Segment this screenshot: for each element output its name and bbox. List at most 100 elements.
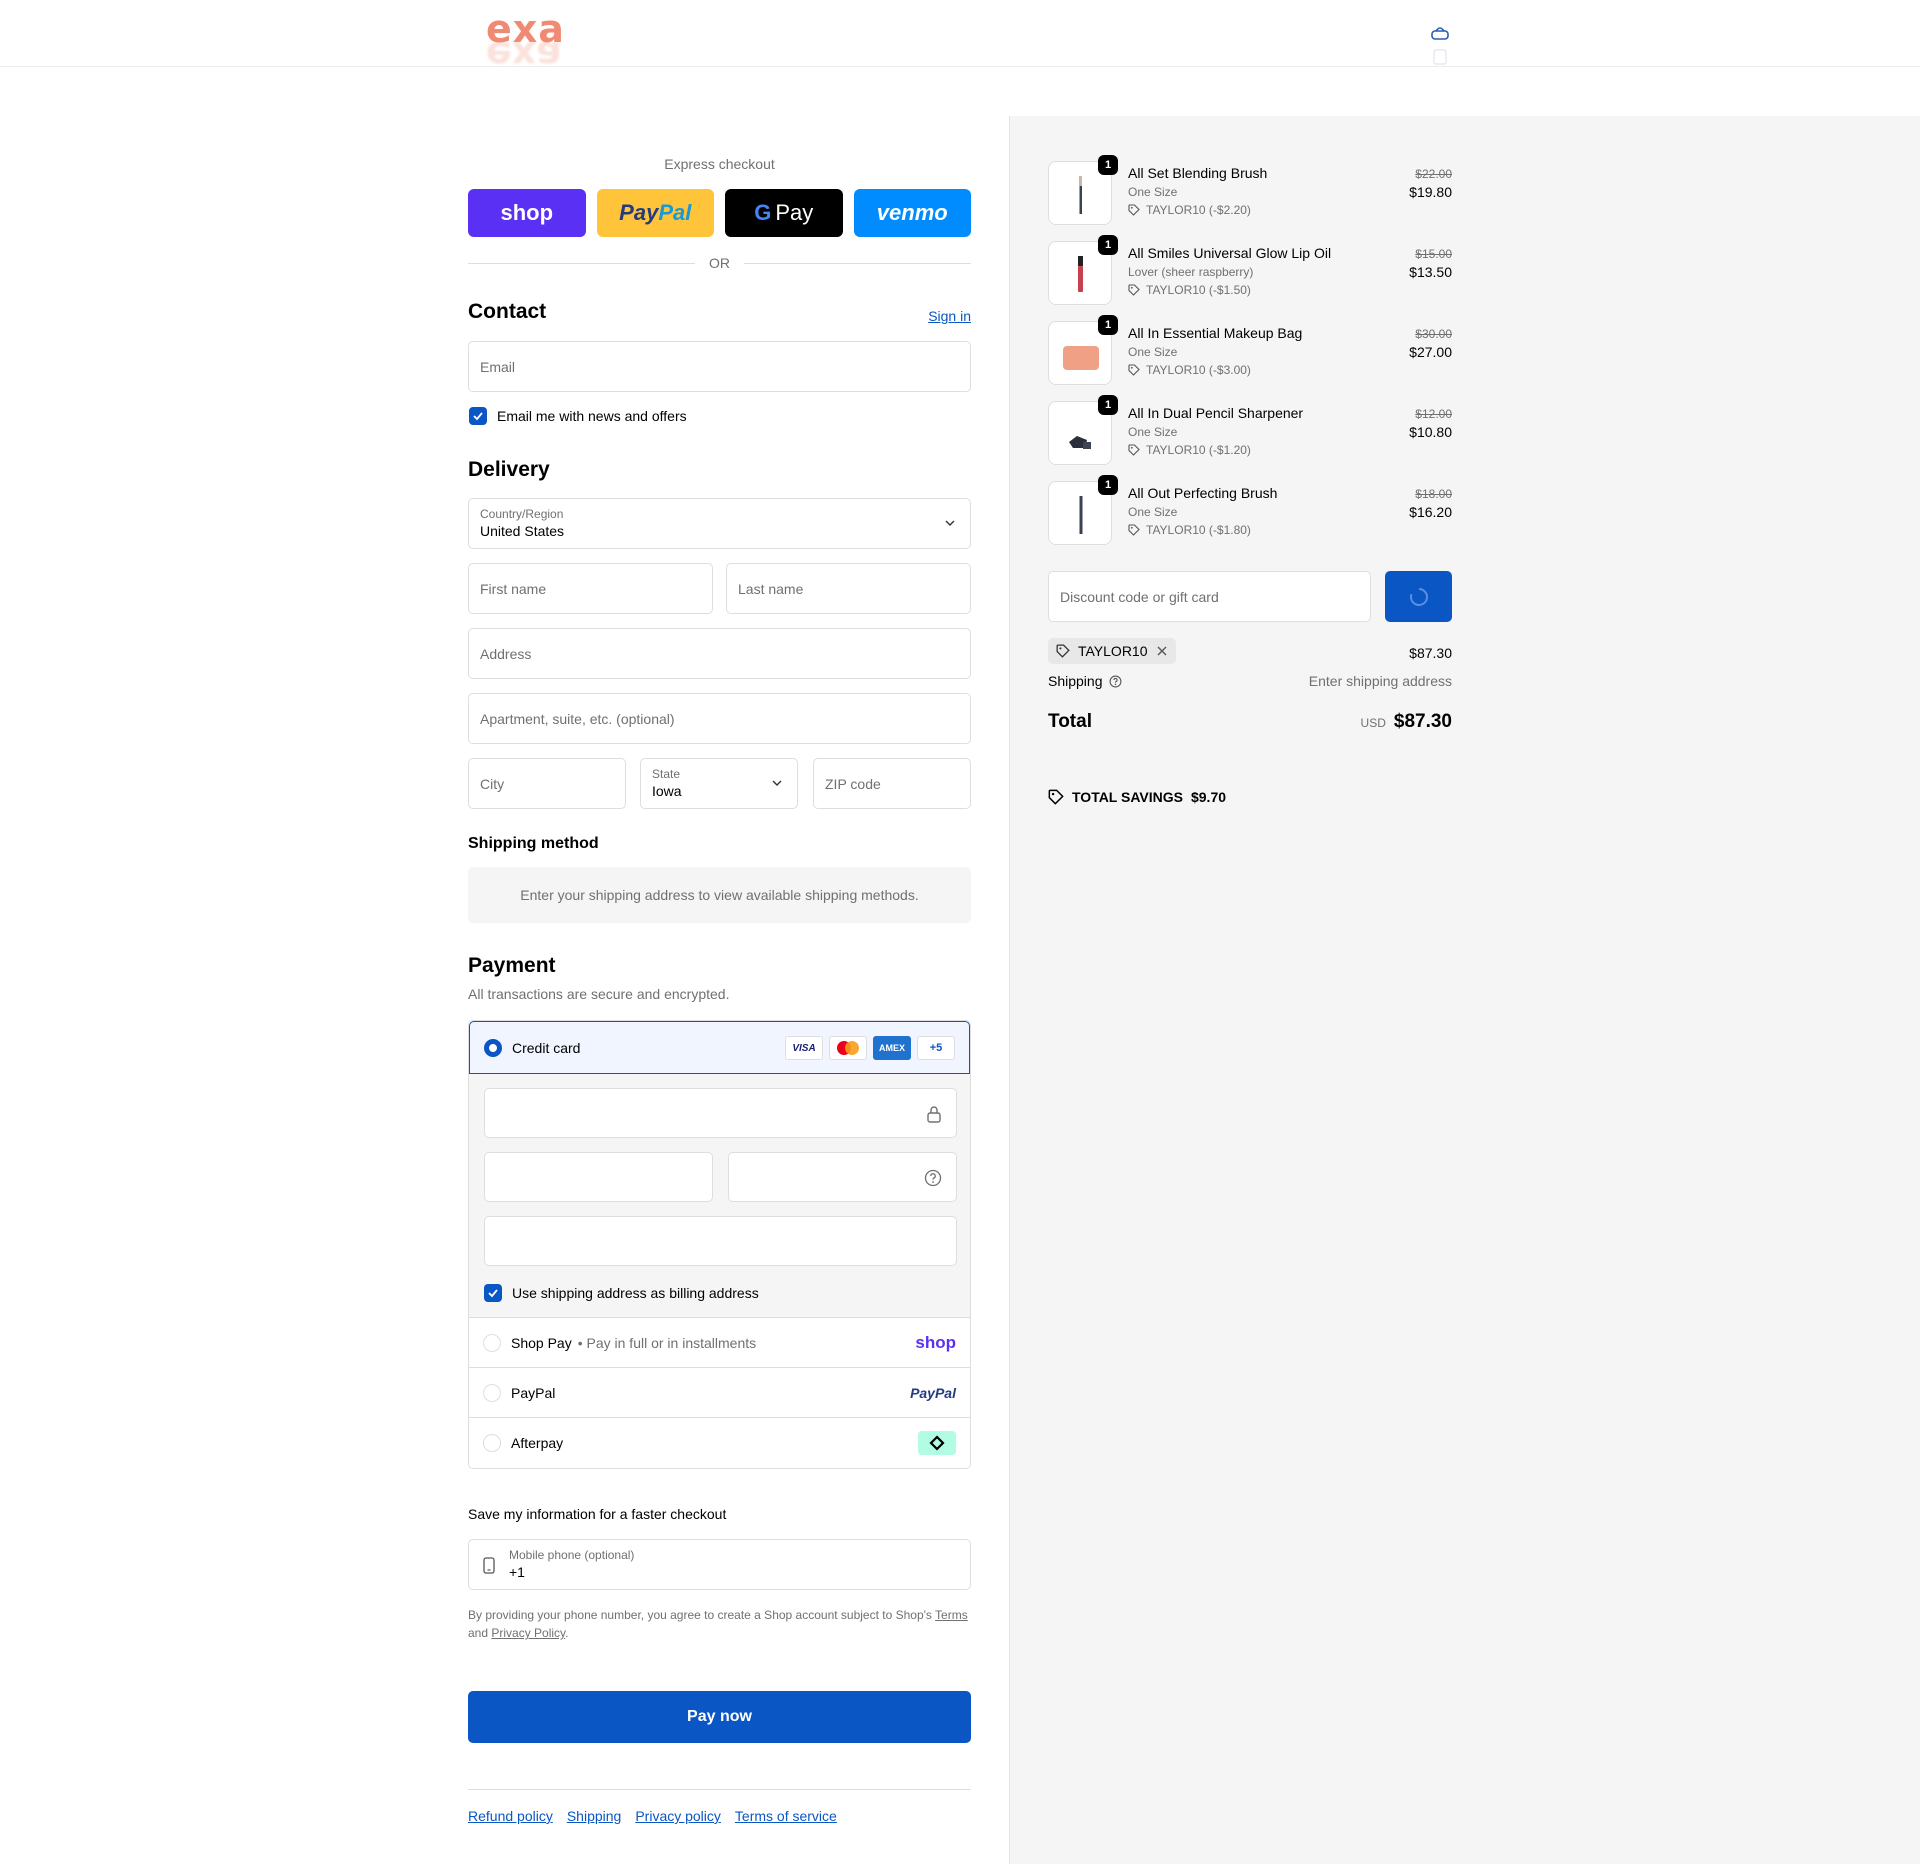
or-text: OR [709,255,730,271]
paypal-option[interactable]: PayPal PayPal [469,1368,970,1418]
help-icon[interactable] [924,1169,942,1187]
item-name: All In Essential Makeup Bag [1128,325,1303,341]
legal-text-c: . [565,1626,569,1640]
shop-pay-option[interactable]: Shop Pay • Pay in full or in installment… [469,1318,970,1368]
first-name-field[interactable]: First name [468,563,713,614]
cart-item: 1 All Smiles Universal Glow Lip Oil Love… [1048,235,1452,305]
item-discount-text: TAYLOR10 (-$1.20) [1146,443,1251,457]
news-label: Email me with news and offers [497,408,687,424]
email-field[interactable]: Email [468,341,971,392]
pay-now-button[interactable]: Pay now [468,1691,971,1743]
paypal-button[interactable]: Pay Pal [596,189,714,237]
google-pay-button[interactable]: G Pay [725,189,843,237]
email-placeholder: Email [480,358,516,375]
shop-pay-button[interactable]: shop [468,189,586,237]
billing-checkbox[interactable] [484,1284,502,1302]
phone-legal-text: By providing your phone number, you agre… [468,1606,971,1642]
cart-item: 1 All Out Perfecting Brush One Size TAYL… [1048,475,1452,545]
afterpay-radio[interactable] [483,1434,501,1452]
tag-icon [1128,284,1140,296]
shipping-method-heading: Shipping method [468,835,599,852]
paypal-label-b: Pal [658,200,692,225]
legal-text-a: By providing your phone number, you agre… [468,1608,936,1622]
shop-pay-label: shop [500,200,554,225]
delivery-heading: Delivery [468,458,550,481]
logo-reflection: exa [486,33,562,77]
city-field[interactable]: City [468,758,626,809]
terms-of-service-link[interactable]: Terms of service [735,1808,837,1824]
card-number-field[interactable] [484,1088,957,1138]
item-discount-text: TAYLOR10 (-$3.00) [1146,363,1251,377]
mobile-phone-field[interactable]: Mobile phone (optional) +1 [468,1539,971,1590]
shipping-link[interactable]: Shipping [567,1808,622,1824]
store-logo[interactable]: exa exa [486,10,602,78]
applied-discount-chip: TAYLOR10 [1048,638,1176,664]
credit-card-radio[interactable] [484,1038,502,1057]
tag-icon [1128,204,1140,216]
venmo-button[interactable]: venmo [853,189,971,237]
paypal-radio[interactable] [483,1383,501,1402]
sign-in-link[interactable]: Sign in [928,308,971,324]
discount-code-field[interactable]: Discount code or gift card [1048,571,1371,622]
item-original-price: $18.00 [1415,487,1452,501]
quantity-badge: 1 [1098,315,1118,335]
shopping-bag-icon[interactable] [1430,24,1450,68]
payment-subtitle: All transactions are secure and encrypte… [468,986,730,1002]
city-placeholder: City [480,775,505,792]
credit-card-option[interactable]: Credit card VISA AMEX +5 [469,1021,970,1074]
card-brands: VISA AMEX +5 [785,1036,955,1060]
loading-spinner-icon [1409,587,1428,606]
quantity-badge: 1 [1098,475,1118,495]
item-variant: One Size [1128,425,1178,439]
savings-label: TOTAL SAVINGS [1072,789,1183,805]
shipping-method-notice: Enter your shipping address to view avai… [468,867,971,923]
privacy-policy-link[interactable]: Privacy policy [635,1808,721,1824]
total-savings: TOTAL SAVINGS $9.70 [1048,789,1226,805]
news-checkbox[interactable] [469,407,487,425]
payment-heading: Payment [468,954,556,977]
apartment-field[interactable]: Apartment, suite, etc. (optional) [468,693,971,744]
shop-pay-radio[interactable] [483,1333,501,1352]
security-code-field[interactable] [728,1152,957,1202]
tag-icon [1128,444,1140,456]
name-on-card-field[interactable] [484,1216,957,1266]
express-checkout-title: Express checkout [664,156,775,172]
expiration-field[interactable] [484,1152,713,1202]
credit-card-label: Credit card [512,1039,581,1056]
shipping-row: Shipping [1048,673,1122,689]
afterpay-option[interactable]: Afterpay [469,1418,970,1468]
address-field[interactable]: Address [468,628,971,679]
item-discount: TAYLOR10 (-$3.00) [1128,363,1251,377]
total-value: $87.30 [1393,711,1452,732]
quantity-badge: 1 [1098,395,1118,415]
help-icon[interactable] [1109,675,1122,688]
shop-pay-option-sub: • Pay in full or in installments [577,1334,757,1351]
item-discount: TAYLOR10 (-$2.20) [1128,203,1251,217]
mastercard-icon [829,1036,867,1060]
contact-heading: Contact [468,300,547,323]
refund-policy-link[interactable]: Refund policy [468,1808,553,1824]
country-label: Country/Region [480,507,564,521]
currency-code: USD [1360,716,1386,730]
shipping-value: Enter shipping address [1308,673,1452,689]
last-name-field[interactable]: Last name [726,563,971,614]
terms-link[interactable]: Terms [935,1608,968,1622]
country-select[interactable]: Country/Region United States [468,498,971,549]
savings-value: $9.70 [1190,789,1227,805]
item-discount: TAYLOR10 (-$1.80) [1128,523,1251,537]
cart-item: 1 All In Essential Makeup Bag One Size T… [1048,315,1452,385]
item-price: $10.80 [1409,424,1452,440]
item-discount-text: TAYLOR10 (-$1.80) [1146,523,1251,537]
privacy-link[interactable]: Privacy Policy [491,1626,565,1640]
item-variant: One Size [1128,185,1178,199]
footer-links: Refund policy Shipping Privacy policy Te… [468,1808,837,1824]
zip-field[interactable]: ZIP code [813,758,971,809]
state-value: Iowa [652,783,682,799]
visa-icon: VISA [785,1036,823,1060]
remove-discount-icon[interactable] [1156,645,1168,657]
state-select[interactable]: State Iowa [640,758,798,809]
item-discount: TAYLOR10 (-$1.20) [1128,443,1251,457]
item-price: $13.50 [1409,264,1452,280]
paypal-logo: PayPal [910,1384,956,1401]
apply-discount-button[interactable] [1385,571,1452,622]
